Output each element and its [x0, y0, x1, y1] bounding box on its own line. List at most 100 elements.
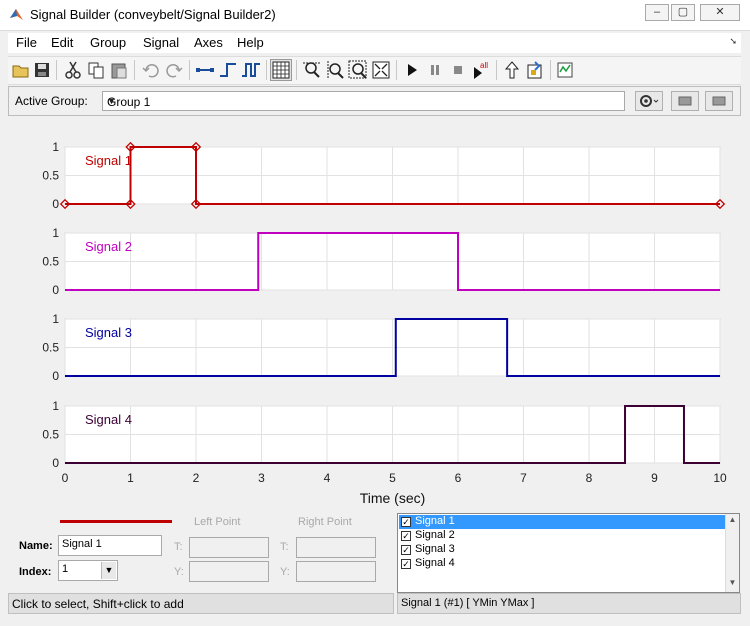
go-to-parent-icon[interactable] — [502, 60, 522, 80]
signal-line-style-swatch[interactable] — [60, 520, 172, 523]
y-tick-label: 1 — [52, 226, 59, 240]
gear-icon — [640, 95, 659, 107]
window-title: Signal Builder (conveybelt/Signal Builde… — [30, 7, 276, 22]
menu-axes[interactable]: Axes — [194, 35, 223, 50]
menu-file[interactable]: File — [16, 35, 37, 50]
signal-list-item-label: Signal 3 — [415, 543, 455, 555]
x-tick-label: 1 — [127, 471, 134, 485]
minimize-button[interactable]: – — [645, 4, 669, 21]
chevron-down-icon: ▼ — [107, 96, 116, 106]
left-t-label: T: — [174, 541, 183, 553]
toolbar-separator — [496, 60, 497, 80]
signal-list[interactable]: ✓ Signal 1 ✓ Signal 2 ✓ Signal 3 ✓ Signal 4 … — [397, 513, 740, 593]
signal-name-field[interactable]: Signal 1 — [58, 535, 162, 556]
matlab-logo-icon — [10, 9, 23, 20]
y-tick-label: 0.5 — [42, 341, 59, 355]
menubar-dock-icon[interactable]: ➘ — [729, 36, 737, 47]
chevron-down-icon: ▼ — [101, 562, 116, 579]
signal-list-item[interactable]: ✓ Signal 4 — [399, 557, 725, 571]
active-group-select[interactable]: Group 1 ▼ — [102, 91, 625, 111]
left-y-label: Y: — [174, 566, 184, 578]
x-axis-label: Time (sec) — [360, 490, 426, 506]
left-point-t-field[interactable] — [189, 537, 269, 558]
open-icon[interactable] — [11, 60, 31, 80]
signal-index-select[interactable]: 1 ▼ — [58, 560, 118, 581]
run-icon[interactable] — [402, 60, 422, 80]
menu-group[interactable]: Group — [90, 35, 126, 50]
checkbox-checked-icon[interactable]: ✓ — [401, 531, 411, 541]
index-label: Index: — [19, 566, 52, 578]
signal-index-value: 1 — [62, 563, 69, 575]
pause-icon[interactable] — [425, 60, 445, 80]
zoom-xy-icon[interactable] — [348, 60, 368, 80]
signal-list-item[interactable]: ✓ Signal 2 — [399, 529, 725, 543]
signal-plot-area[interactable]: 0 0.5 1 Signal 1 0 0.5 1 Signal 2 0 0.5 1 Signal 3 0… — [8, 119, 741, 510]
signal-list-item[interactable]: ✓ Signal 1 — [399, 515, 725, 529]
active-group-bar: Active Group: Group 1 ▼ — [8, 86, 741, 116]
signal-list-item[interactable]: ✓ Signal 3 — [399, 543, 725, 557]
help-icon[interactable] — [555, 60, 575, 80]
toolbar-separator — [550, 60, 551, 80]
signal-name-label: Signal 4 — [85, 412, 132, 427]
group-prev-button[interactable] — [671, 91, 699, 111]
zoom-y-icon[interactable] — [325, 60, 345, 80]
x-tick-label: 5 — [389, 471, 396, 485]
close-button[interactable]: ✕ — [700, 4, 740, 21]
checkbox-checked-icon[interactable]: ✓ — [401, 517, 411, 527]
save-icon[interactable] — [32, 60, 52, 80]
scroll-down-icon[interactable]: ▼ — [727, 578, 738, 590]
status-signal-info-text: Signal 1 (#1) [ YMin YMax ] — [401, 597, 535, 609]
checkbox-checked-icon[interactable]: ✓ — [401, 545, 411, 555]
grid-icon[interactable] — [270, 59, 292, 81]
toolbar-separator — [56, 60, 57, 80]
copy-icon[interactable] — [86, 60, 106, 80]
toolbar-separator — [296, 60, 297, 80]
signal-name-label: Signal 1 — [85, 153, 132, 168]
zoom-x-icon[interactable] — [302, 60, 322, 80]
fit-icon[interactable] — [371, 60, 391, 80]
signal-name-label: Signal 3 — [85, 325, 132, 340]
stop-icon[interactable] — [448, 60, 468, 80]
signal-editor-panel: Left Point Right Point T: T: Y: Y: Name:… — [8, 510, 741, 593]
y-tick-label: 1 — [52, 140, 59, 154]
y-tick-label: 1 — [52, 399, 59, 413]
right-point-y-field[interactable] — [296, 561, 376, 582]
menu-bar: File Edit Group Signal Axes Help ➘ — [8, 33, 741, 53]
x-tick-label: 2 — [193, 471, 200, 485]
y-tick-label: 0 — [52, 197, 59, 211]
toolbar-separator — [266, 60, 267, 80]
y-tick-label: 0.5 — [42, 169, 59, 183]
signal-list-item-label: Signal 1 — [415, 515, 455, 527]
y-tick-label: 0.5 — [42, 428, 59, 442]
maximize-button[interactable]: ▢ — [671, 4, 695, 21]
right-point-t-field[interactable] — [296, 537, 376, 558]
signal-list-scrollbar[interactable]: ▲ ▼ — [725, 514, 739, 592]
run-all-icon[interactable]: all — [471, 60, 491, 80]
scroll-up-icon[interactable]: ▲ — [727, 515, 738, 527]
cut-icon[interactable] — [63, 60, 83, 80]
left-point-y-field[interactable] — [189, 561, 269, 582]
right-y-label: Y: — [280, 566, 290, 578]
pulse-icon[interactable] — [241, 60, 261, 80]
menu-signal[interactable]: Signal — [143, 35, 179, 50]
paste-icon[interactable] — [109, 60, 129, 80]
undo-icon[interactable] — [141, 60, 161, 80]
x-tick-label: 8 — [586, 471, 593, 485]
line-segment-icon[interactable] — [195, 60, 215, 80]
step-up-icon[interactable] — [218, 60, 238, 80]
tab-icon — [678, 96, 692, 106]
group-next-button[interactable] — [705, 91, 733, 111]
signal-plots[interactable]: 0 0.5 1 Signal 1 0 0.5 1 Signal 2 0 0.5 1 Signal 3 0… — [8, 119, 741, 510]
toolbar-separator — [396, 60, 397, 80]
signal-list-item-label: Signal 2 — [415, 529, 455, 541]
menu-help[interactable]: Help — [237, 35, 264, 50]
group-settings-button[interactable] — [635, 91, 663, 111]
y-tick-label: 0 — [52, 369, 59, 383]
checkbox-checked-icon[interactable]: ✓ — [401, 559, 411, 569]
menu-edit[interactable]: Edit — [51, 35, 73, 50]
toolbar: all — [8, 56, 741, 85]
show-block-icon[interactable] — [525, 60, 545, 80]
active-group-label: Active Group: — [15, 94, 88, 108]
redo-icon[interactable] — [164, 60, 184, 80]
x-tick-label: 6 — [455, 471, 462, 485]
